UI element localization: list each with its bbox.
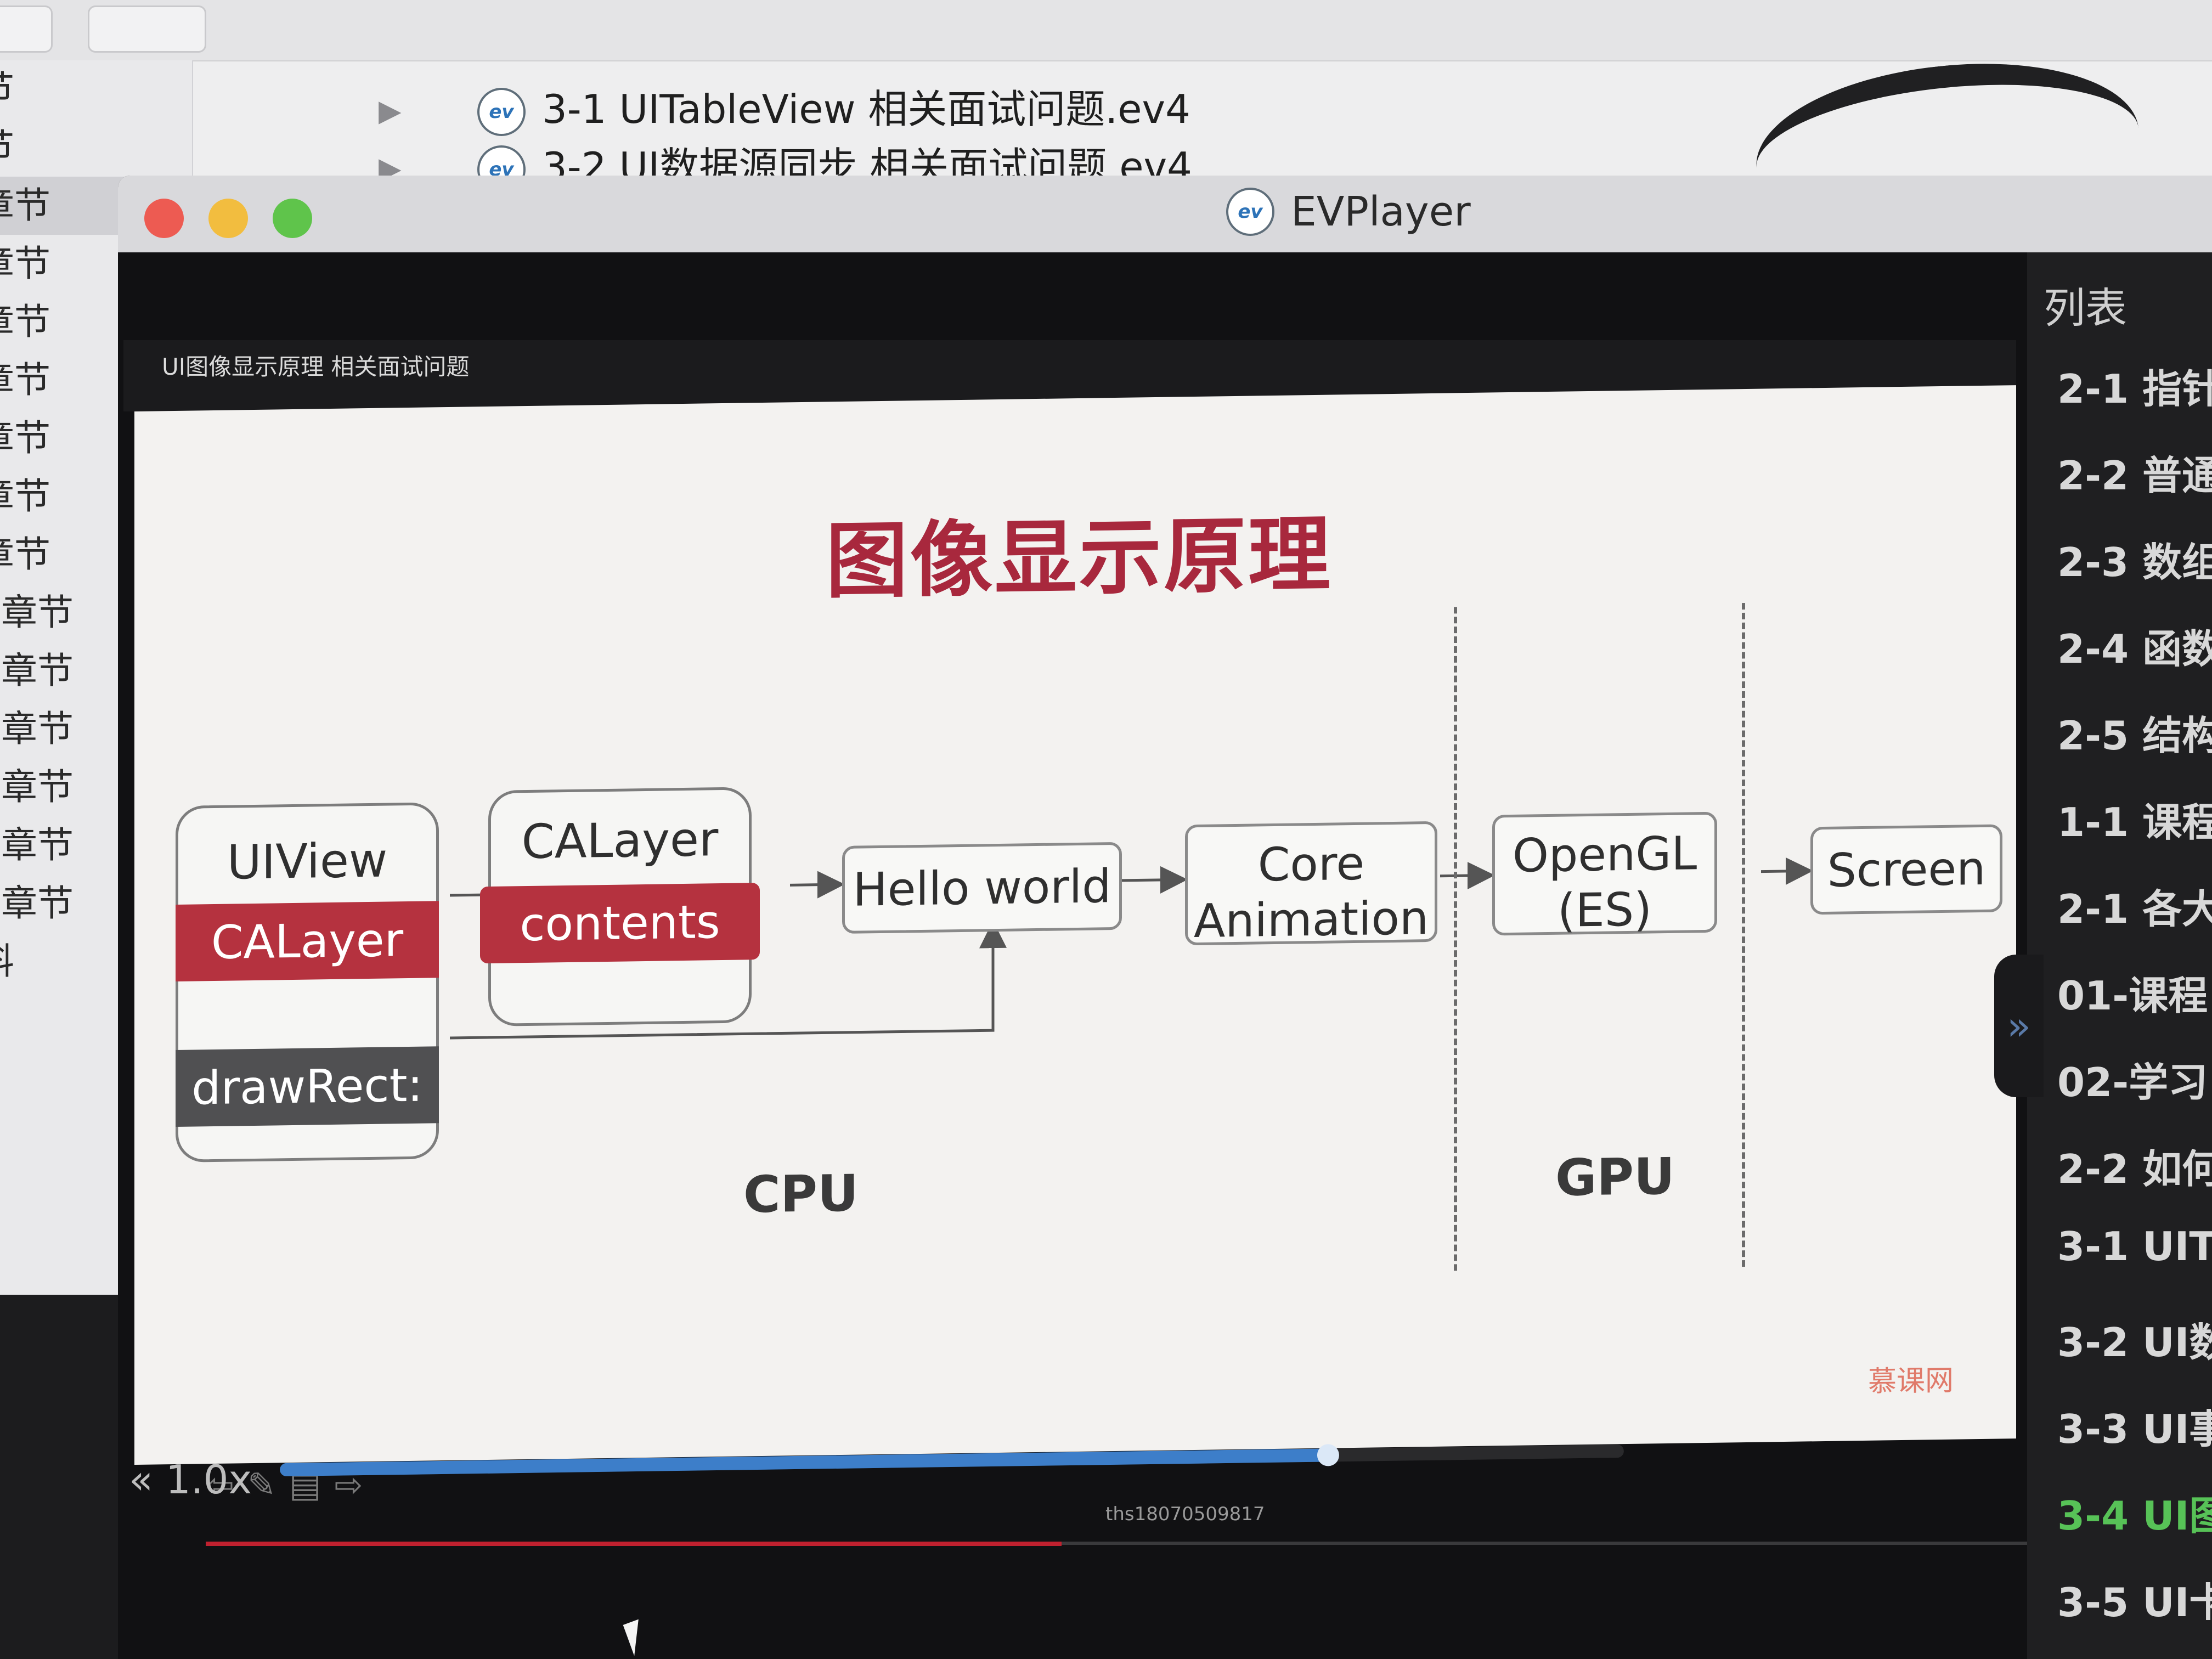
playlist-item[interactable]: 2-1 各大 — [2057, 877, 2212, 934]
minimize-button[interactable] — [208, 199, 248, 238]
video-area[interactable]: UI图像显示原理 相关面试问题 图像显示原理 UIView CALayer dr… — [118, 252, 2027, 1659]
cpu-gpu-divider — [1454, 607, 1457, 1271]
window-title: ev EVPlayer — [1226, 188, 1471, 242]
ev-file-icon: ev — [477, 88, 526, 137]
drawrect-bar: drawRect: — [176, 1046, 439, 1127]
screen-box: Screen — [1810, 824, 2002, 915]
cpu-label: CPU — [743, 1164, 859, 1224]
playlist-item[interactable]: 1-1 课程 — [2057, 790, 2212, 848]
playlist-item-active[interactable]: 3-4 UI图 — [2057, 1483, 2212, 1541]
playlist-item[interactable]: 2-4 函数 — [2057, 617, 2212, 674]
collapse-playlist-icon[interactable]: » — [1994, 955, 2044, 1097]
tag-button[interactable] — [88, 5, 206, 53]
uiview-calayer-bar: CALayer — [176, 901, 439, 981]
playlist-item[interactable]: 2-2 普通 — [2057, 443, 2212, 501]
gpu-screen-divider — [1742, 603, 1745, 1267]
playlist-item[interactable]: 2-5 结构 — [2057, 703, 2212, 761]
file-name: 3-1 UITableView 相关面试问题.ev4 — [542, 86, 1190, 132]
playlist-item[interactable]: 3-2 UI数 — [2057, 1310, 2212, 1368]
opengl-line1: OpenGL — [1512, 826, 1697, 883]
arrow-hello-to-coreanim — [1122, 866, 1188, 894]
sidebar-item[interactable]: 节 — [0, 119, 192, 177]
hello-world-box: Hello world — [842, 842, 1122, 934]
playback-speed[interactable]: « 1.0x — [129, 1457, 252, 1503]
playlist-item[interactable]: 3-5 UI卡 — [2057, 1570, 2212, 1628]
file-row[interactable]: ev 3-1 UITableView 相关面试问题.ev4 — [477, 77, 1190, 137]
playlist-item[interactable]: 2-3 数组 — [2057, 530, 2212, 588]
evplayer-window: ev EVPlayer UI图像显示原理 相关面试问题 图像显示原理 UIVie… — [118, 176, 2212, 1659]
sidebar-item[interactable]: 节 — [0, 60, 192, 119]
serial-number: ths18070509817 — [1105, 1503, 1265, 1525]
calayer-label: CALayer — [521, 812, 719, 870]
close-button[interactable] — [144, 199, 184, 238]
opengl-line2: (ES) — [1558, 882, 1652, 938]
zoom-button[interactable] — [273, 199, 312, 238]
core-animation-box: Core Animation — [1185, 821, 1437, 948]
slide: 图像显示原理 UIView CALayer drawRect: CALayer … — [134, 385, 2016, 1465]
arrow-contents-to-hello — [790, 871, 845, 899]
gpu-label: GPU — [1555, 1147, 1675, 1207]
playlist-item[interactable]: 3-1 UITa — [2057, 1223, 2212, 1269]
playlist-item[interactable]: 3-3 UI事 — [2057, 1397, 2212, 1454]
app-title: EVPlayer — [1291, 188, 1471, 235]
title-bar: ev EVPlayer — [118, 176, 2212, 253]
playlist-panel: » 列表 2-1 指针 2-2 普通 2-3 数组 2-4 函数 2-5 结构 … — [1994, 252, 2212, 1659]
uiview-box: UIView CALayer drawRect: — [176, 802, 439, 1163]
uiview-label: UIView — [227, 833, 388, 890]
playlist-item[interactable]: 02-学习 — [2057, 1050, 2208, 1108]
calayer-box: CALayer contents — [480, 787, 760, 1026]
finder-toolbar — [0, 0, 2212, 61]
playlist-item[interactable]: 2-1 指针 — [2057, 357, 2212, 414]
progress-track[interactable] — [1056, 1542, 2027, 1545]
app-icon: ev — [1226, 188, 1274, 236]
course-title: UI图像显示原理 相关面试问题 — [162, 353, 470, 380]
playlist-header: 列表 — [2044, 284, 2127, 332]
progress-fill[interactable] — [206, 1542, 1062, 1546]
expand-arrow-icon[interactable]: ▶ — [379, 93, 402, 128]
core-animation-line1: Core — [1257, 836, 1365, 892]
opengl-box: OpenGL (ES) — [1492, 811, 1717, 938]
share-button[interactable] — [0, 5, 53, 53]
playlist-item[interactable]: 01-课程 — [2057, 963, 2208, 1021]
contents-bar: contents — [480, 883, 760, 964]
core-animation-line2: Animation — [1193, 890, 1429, 948]
watermark: 慕课网 — [1868, 1364, 1954, 1398]
playlist-item[interactable]: 2-2 如何 — [2057, 1137, 2212, 1194]
